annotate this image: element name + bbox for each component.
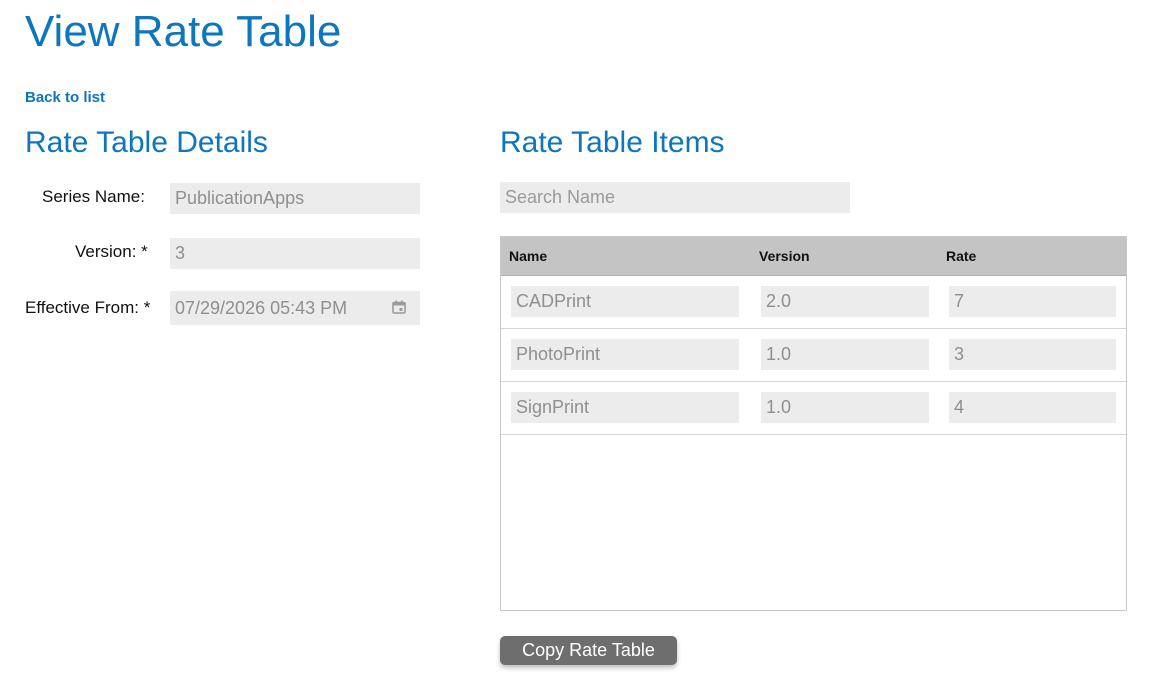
row-version-field[interactable]: 2.0 — [761, 286, 929, 317]
row-version-field[interactable]: 1.0 — [761, 392, 929, 423]
table-row: PhotoPrint 1.0 3 — [501, 329, 1126, 382]
row-name-field[interactable]: CADPrint — [511, 286, 739, 317]
column-header-version[interactable]: Version — [759, 248, 810, 264]
table-row: CADPrint 2.0 7 — [501, 276, 1126, 329]
copy-rate-table-button[interactable]: Copy Rate Table — [500, 636, 677, 665]
column-header-name[interactable]: Name — [509, 248, 547, 264]
table-row: SignPrint 1.0 4 — [501, 382, 1126, 435]
page: View Rate Table Back to list Rate Table … — [0, 0, 1167, 678]
row-name-field[interactable]: SignPrint — [511, 392, 739, 423]
effective-from-field[interactable]: 07/29/2026 05:43 PM — [170, 291, 420, 325]
row-rate-field[interactable]: 4 — [949, 392, 1116, 423]
effective-from-label: Effective From: * — [25, 298, 151, 317]
search-name-input[interactable] — [500, 182, 850, 213]
series-name-value: PublicationApps — [175, 188, 305, 208]
version-label: Version: * — [75, 242, 148, 261]
series-name-label: Series Name: — [42, 187, 145, 206]
items-section-title: Rate Table Items — [500, 126, 725, 159]
details-section-title: Rate Table Details — [25, 126, 268, 159]
row-version-field[interactable]: 1.0 — [761, 339, 929, 370]
column-header-rate[interactable]: Rate — [946, 248, 976, 264]
version-value: 3 — [175, 243, 186, 263]
rate-items-grid: Name Version Rate CADPrint 2.0 7 PhotoPr… — [500, 236, 1127, 611]
row-rate-field[interactable]: 7 — [949, 286, 1116, 317]
version-field[interactable]: 3 — [170, 238, 420, 269]
effective-from-value: 07/29/2026 05:43 PM — [175, 297, 348, 318]
row-name-field[interactable]: PhotoPrint — [511, 339, 739, 370]
series-name-field[interactable]: PublicationApps — [170, 183, 420, 214]
row-rate-field[interactable]: 3 — [949, 339, 1116, 370]
grid-header: Name Version Rate — [501, 237, 1126, 276]
back-to-list-link[interactable]: Back to list — [25, 89, 105, 106]
page-title: View Rate Table — [25, 7, 342, 56]
calendar-icon[interactable] — [392, 300, 406, 314]
